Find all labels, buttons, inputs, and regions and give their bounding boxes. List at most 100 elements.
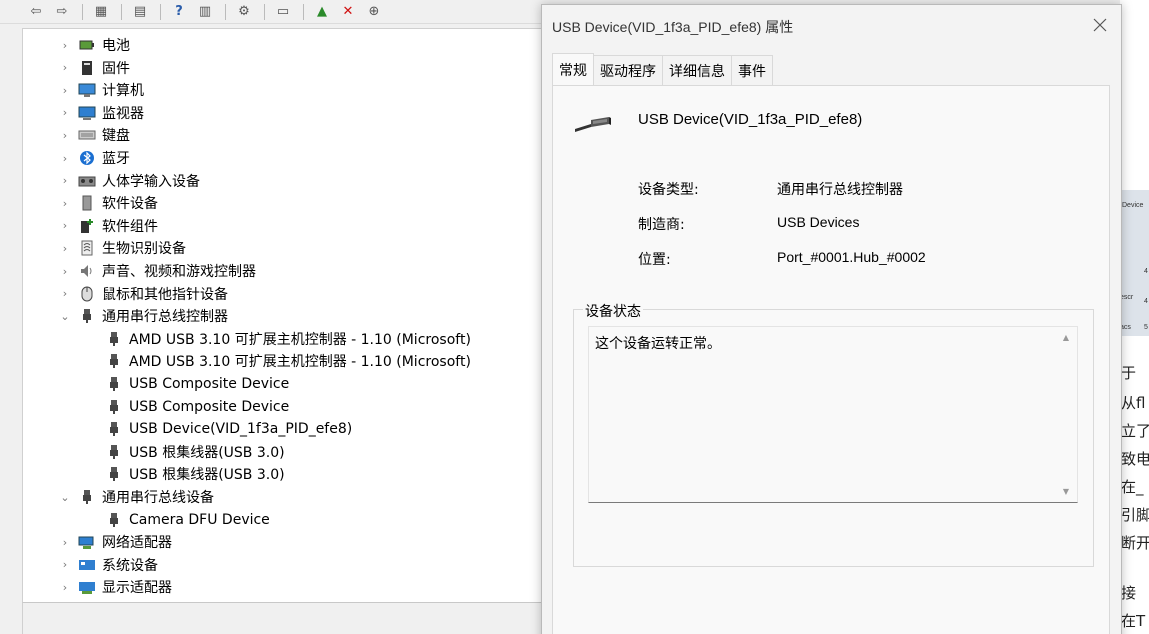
list-view-icon[interactable]: ▥ (193, 2, 217, 22)
uninstall-icon[interactable]: ✕ (336, 2, 360, 22)
manufacturer-value: USB Devices (777, 214, 860, 230)
system-device-icon (78, 557, 96, 573)
thumbnail-text: 5 (1144, 324, 1148, 331)
chevron-right-icon[interactable]: › (58, 61, 72, 74)
tree-item[interactable]: › 监视器 (58, 102, 144, 124)
toolbar-separator (121, 3, 122, 20)
tree-item[interactable]: › 显示适配器 (58, 576, 172, 598)
tree-item[interactable]: AMD USB 3.10 可扩展主机控制器 - 1.10 (Microsoft) (105, 328, 471, 350)
tree-item-label: 键盘 (102, 128, 130, 145)
bluetooth-icon (78, 150, 96, 166)
tree-item[interactable]: › 系统设备 (58, 554, 158, 576)
tree-item-label: 人体学输入设备 (102, 173, 200, 190)
tree-item[interactable]: › 人体学输入设备 (58, 170, 200, 192)
tree-item-label: 网络适配器 (102, 535, 172, 552)
tree-item[interactable]: USB Composite Device (105, 373, 289, 395)
tab-2[interactable]: 详细信息 (662, 55, 732, 85)
tree-item[interactable]: USB Composite Device (105, 396, 289, 418)
chevron-right-icon[interactable]: › (58, 106, 72, 119)
thumbnail-text: 4 (1144, 268, 1148, 275)
chevron-right-icon[interactable]: › (58, 84, 72, 97)
chevron-right-icon[interactable]: › (58, 287, 72, 300)
tab-0[interactable]: 常规 (552, 53, 594, 85)
usb-icon (105, 444, 123, 460)
tree-item[interactable]: › 固件 (58, 57, 130, 79)
toolbar-separator (160, 3, 161, 20)
chevron-right-icon[interactable]: › (58, 558, 72, 571)
tree-item[interactable]: › 声音、视频和游戏控制器 (58, 260, 256, 282)
tree-item[interactable]: ⌄ 通用串行总线控制器 (58, 305, 228, 327)
device-status-legend: 设备状态 (583, 301, 643, 321)
tree-item[interactable]: AMD USB 3.10 可扩展主机控制器 - 1.10 (Microsoft) (105, 350, 471, 372)
tree-item-label: 固件 (102, 60, 130, 77)
status-bar (22, 602, 545, 634)
chevron-down-icon[interactable]: ⌄ (58, 310, 72, 323)
monitor-icon (78, 105, 96, 121)
tree-item[interactable]: › 软件组件 (58, 215, 158, 237)
background-text-fragment: 在T (1121, 612, 1146, 630)
device-tree[interactable]: › 电池 › 固件 › 计算机 › 监视器 › 键盘 › 蓝牙 › 人体学输入设备 › 软件设备 › 软件组件 › 生… (22, 28, 545, 602)
chevron-right-icon[interactable]: › (58, 39, 72, 52)
usb-icon (78, 308, 96, 324)
tree-item[interactable]: › 生物识别设备 (58, 237, 186, 259)
tree-item[interactable]: › 计算机 (58, 79, 144, 101)
tree-item[interactable]: › 软件设备 (58, 192, 158, 214)
tree-item-label: USB Composite Device (129, 376, 290, 392)
tree-item[interactable]: USB 根集线器(USB 3.0) (105, 441, 285, 463)
tree-item[interactable]: USB Device(VID_1f3a_PID_efe8) (105, 418, 352, 440)
chevron-right-icon[interactable]: › (58, 219, 72, 232)
chevron-right-icon[interactable]: › (58, 265, 72, 278)
keyboard-icon (78, 127, 96, 143)
tree-item[interactable]: › 电池 (58, 34, 130, 56)
tree-item[interactable]: › 鼠标和其他指针设备 (58, 283, 228, 305)
chevron-right-icon[interactable]: › (58, 174, 72, 187)
tree-item-label: USB Device(VID_1f3a_PID_efe8) (129, 421, 353, 438)
device-status-textbox[interactable]: 这个设备运转正常。 ▲ ▼ (588, 326, 1078, 503)
tree-item-label: 电池 (102, 38, 130, 54)
chevron-down-icon[interactable]: ⌄ (58, 491, 72, 504)
tab-1[interactable]: 驱动程序 (593, 55, 663, 85)
tree-item[interactable]: › 蓝牙 (58, 147, 130, 169)
background-text-fragment: 立了 (1121, 422, 1149, 440)
background-text-fragment: 引脚 (1121, 506, 1149, 524)
background-text-fragment: 接 (1121, 584, 1137, 602)
scroll-down-icon[interactable]: ▼ (1063, 487, 1069, 496)
monitor-icon[interactable]: ▭ (271, 2, 295, 22)
tree-item[interactable]: Camera DFU Device (105, 509, 270, 531)
tree-item-label: AMD USB 3.10 可扩展主机控制器 - 1.10 (Microsoft) (129, 331, 471, 348)
tree-item[interactable]: USB 根集线器(USB 3.0) (105, 463, 285, 485)
tree-item-label: 监视器 (102, 105, 144, 122)
help-icon[interactable]: ? (167, 2, 191, 22)
tree-item[interactable]: ⌄ 通用串行总线设备 (58, 486, 214, 508)
tree-item-label: 软件设备 (102, 196, 158, 213)
chevron-right-icon[interactable]: › (58, 242, 72, 255)
network-adapter-icon (78, 534, 96, 550)
chevron-right-icon[interactable]: › (58, 536, 72, 549)
tree-item[interactable]: › 网络适配器 (58, 531, 172, 553)
scan-hardware-icon[interactable]: ⚙ (232, 2, 256, 22)
update-driver-icon[interactable]: ▲ (310, 2, 334, 22)
chevron-right-icon[interactable]: › (58, 197, 72, 210)
back-icon[interactable]: ⇦ (24, 2, 48, 22)
chevron-right-icon[interactable]: › (58, 129, 72, 142)
background-text-fragment: 在_ (1121, 478, 1144, 496)
download-icon[interactable]: ⊕ (362, 2, 386, 22)
chevron-right-icon[interactable]: › (58, 152, 72, 165)
fingerprint-icon (78, 240, 96, 256)
scroll-up-icon[interactable]: ▲ (1063, 333, 1069, 342)
device-type-label: 设备类型: (638, 182, 699, 198)
forward-icon[interactable]: ⇨ (50, 2, 74, 22)
close-button[interactable] (1090, 15, 1110, 35)
tree-item[interactable]: › 键盘 (58, 124, 130, 146)
chevron-right-icon[interactable]: › (58, 581, 72, 594)
location-label: 位置: (638, 252, 671, 268)
hid-icon (78, 173, 96, 189)
tree-item-label: 生物识别设备 (102, 241, 186, 258)
tab-3[interactable]: 事件 (731, 55, 773, 85)
view-icon[interactable]: ▦ (89, 2, 113, 22)
properties-icon[interactable]: ▤ (128, 2, 152, 22)
toolbar-separator (303, 3, 304, 20)
usb-icon (105, 376, 123, 392)
device-name: USB Device(VID_1f3a_PID_efe8) (638, 111, 863, 128)
software-component-icon (78, 218, 96, 234)
